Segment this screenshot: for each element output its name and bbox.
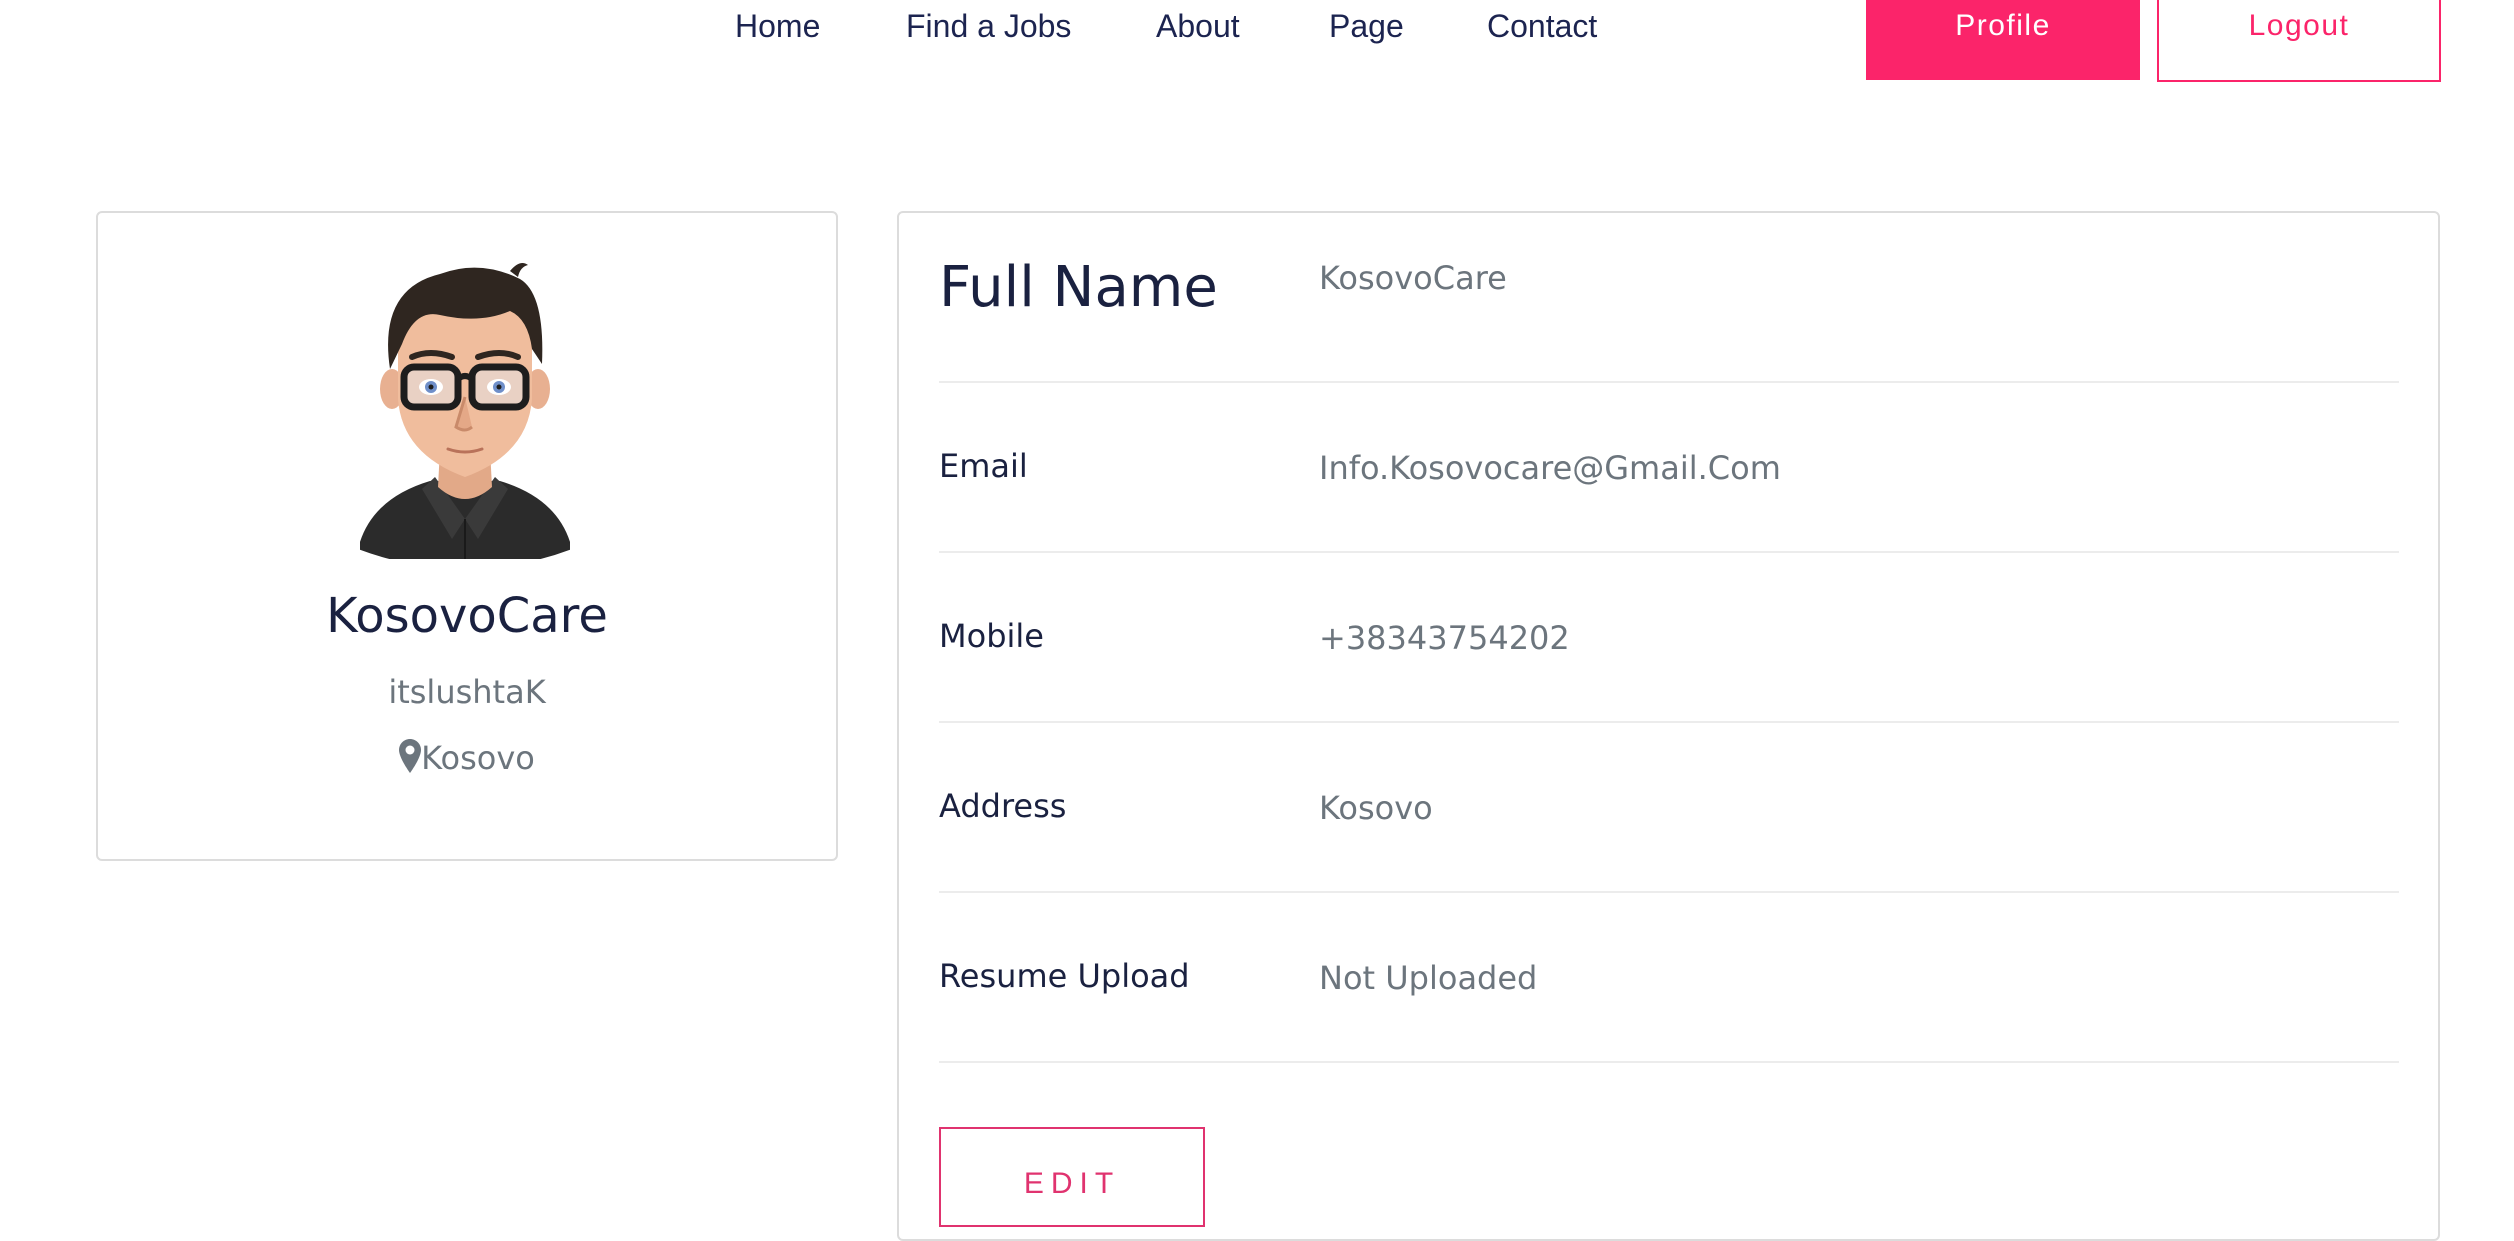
full-name-label: Full Name — [939, 255, 1218, 320]
avatar — [360, 263, 570, 559]
nav-link-page[interactable]: Page — [1329, 8, 1404, 45]
nav-link-about[interactable]: About — [1156, 8, 1240, 45]
profile-location: Kosovo — [98, 739, 836, 777]
mobile-value: +38343754202 — [1319, 619, 1570, 657]
nav-link-home[interactable]: Home — [735, 8, 820, 45]
top-bar: Home Find a Jobs About Page Contact Prof… — [0, 0, 2514, 90]
detail-row-full-name: Full Name KosovoCare — [939, 213, 2399, 383]
address-value: Kosovo — [1319, 789, 1433, 827]
detail-row-mobile: Mobile +38343754202 — [939, 553, 2399, 723]
profile-username: itslushtaK — [388, 673, 546, 711]
profile-name: KosovoCare — [326, 588, 608, 644]
detail-row-resume: Resume Upload Not Uploaded — [939, 893, 2399, 1063]
logout-button[interactable]: Logout — [2157, 0, 2441, 82]
details-card: Full Name KosovoCare Email Info.Kosovoca… — [897, 211, 2440, 1241]
nav-link-contact[interactable]: Contact — [1487, 8, 1597, 45]
resume-value: Not Uploaded — [1319, 959, 1538, 997]
edit-button[interactable]: EDIT — [939, 1127, 1205, 1227]
mobile-label: Mobile — [939, 617, 1044, 655]
nav-link-find-jobs[interactable]: Find a Jobs — [906, 8, 1071, 45]
full-name-value: KosovoCare — [1319, 259, 1507, 297]
email-label: Email — [939, 447, 1028, 485]
address-label: Address — [939, 787, 1067, 825]
detail-row-address: Address Kosovo — [939, 723, 2399, 893]
detail-row-email: Email Info.Kosovocare@Gmail.Com — [939, 383, 2399, 553]
resume-label: Resume Upload — [939, 957, 1190, 995]
email-value: Info.Kosovocare@Gmail.Com — [1319, 449, 1781, 487]
profile-card: KosovoCare itslushtaK Kosovo — [96, 211, 838, 861]
profile-button[interactable]: Profile — [1866, 0, 2140, 80]
profile-location-text: Kosovo — [421, 739, 535, 777]
map-pin-icon — [399, 739, 422, 773]
